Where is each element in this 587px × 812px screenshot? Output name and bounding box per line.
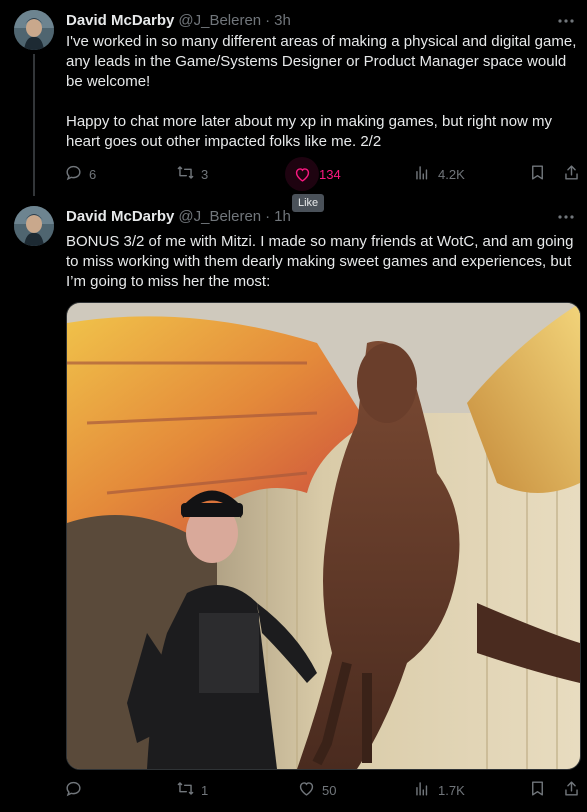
reply-button[interactable]	[64, 773, 89, 807]
views-count: 4.2K	[438, 166, 465, 182]
views-button[interactable]: 1.7K	[413, 773, 465, 807]
bookmark-icon	[528, 163, 547, 185]
bookmark-button[interactable]	[528, 157, 547, 191]
like-button[interactable]: 134	[285, 157, 341, 191]
views-icon	[413, 779, 432, 801]
avatar[interactable]	[14, 10, 54, 50]
bookmark-button[interactable]	[528, 773, 547, 807]
avatar[interactable]	[14, 206, 54, 246]
more-icon[interactable]	[557, 12, 575, 30]
separator: ·	[265, 207, 271, 225]
photo-dragon-and-person	[67, 303, 580, 769]
tweet[interactable]: David McDarby @J_Beleren · 3h I've worke…	[0, 0, 587, 196]
repost-icon	[176, 779, 195, 801]
reply-icon	[64, 779, 83, 801]
bookmark-icon	[528, 779, 547, 801]
like-icon	[285, 157, 319, 191]
repost-count: 3	[201, 166, 209, 182]
tweet-header: David McDarby @J_Beleren · 3h	[66, 10, 547, 30]
repost-button[interactable]: 1	[176, 773, 208, 807]
share-button[interactable]	[562, 773, 581, 807]
action-bar: 6 3 134 4.2K	[56, 157, 579, 191]
reply-icon	[64, 163, 83, 185]
share-icon	[562, 779, 581, 801]
tweet-photo[interactable]	[66, 302, 581, 770]
timestamp[interactable]: 3h	[274, 12, 291, 29]
views-icon	[413, 163, 432, 185]
separator: ·	[265, 11, 271, 29]
share-button[interactable]	[562, 157, 581, 191]
action-bar: 1 50 1.7K	[56, 773, 579, 807]
repost-count: 1	[201, 782, 209, 798]
share-icon	[562, 163, 581, 185]
views-button[interactable]: 4.2K	[413, 157, 465, 191]
like-button[interactable]: 50	[297, 773, 336, 807]
timestamp[interactable]: 1h	[274, 208, 291, 225]
repost-button[interactable]: 3	[176, 157, 208, 191]
author-handle[interactable]: @J_Beleren	[178, 208, 261, 225]
reply-button[interactable]: 6	[64, 157, 96, 191]
like-icon	[297, 779, 316, 801]
tweet-header: David McDarby @J_Beleren · 1h	[66, 206, 547, 226]
reply-count: 6	[89, 166, 97, 182]
author-handle[interactable]: @J_Beleren	[178, 12, 261, 29]
author-name[interactable]: David McDarby	[66, 12, 174, 29]
like-count: 50	[322, 782, 337, 798]
views-count: 1.7K	[438, 782, 465, 798]
thread-line	[33, 54, 35, 196]
like-count: 134	[319, 166, 341, 182]
tweet[interactable]: David McDarby @J_Beleren · 1h BONUS 3/2 …	[0, 196, 587, 812]
repost-icon	[176, 163, 195, 185]
more-icon[interactable]	[557, 208, 575, 226]
tweet-text: I've worked in so many different areas o…	[66, 33, 577, 150]
tweet-text: BONUS 3/2 of me with Mitzi. I made so ma…	[66, 233, 578, 290]
author-name[interactable]: David McDarby	[66, 208, 174, 225]
